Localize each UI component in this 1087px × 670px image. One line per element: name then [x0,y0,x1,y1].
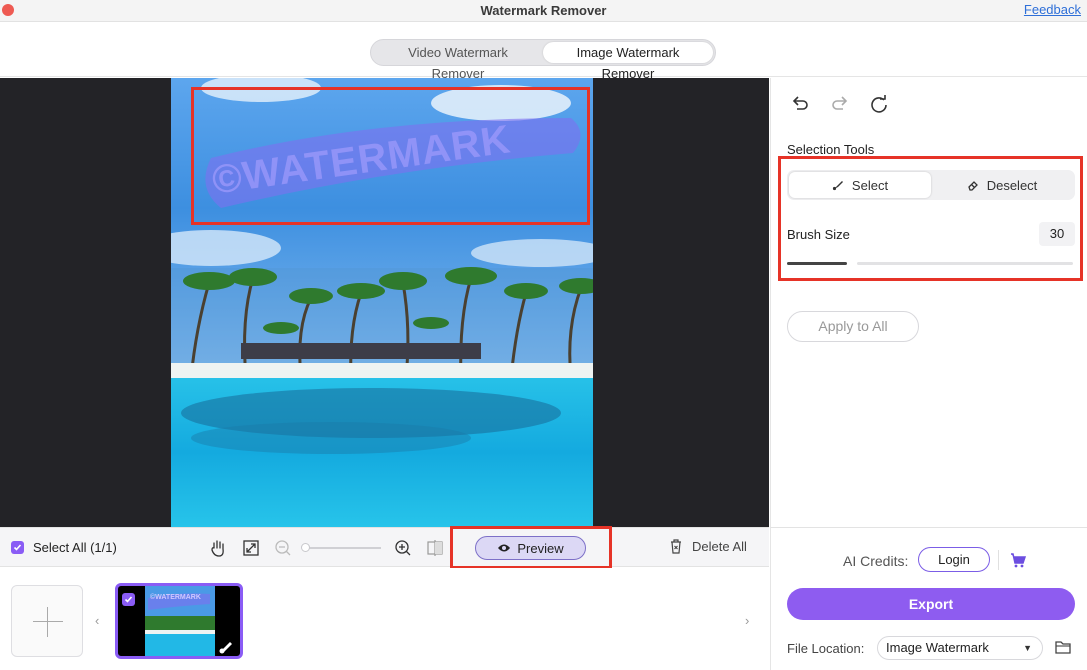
brush-icon [832,181,843,191]
brush-size-slider-track[interactable] [857,262,1073,265]
add-image-button[interactable] [11,585,83,657]
cart-icon[interactable] [1009,551,1027,569]
thumbnail-watermark-text: ©WATERMARK [150,594,201,601]
hand-icon[interactable] [208,538,228,558]
zoom-slider-knob[interactable] [301,543,310,552]
reset-icon[interactable] [868,94,890,116]
divider [998,550,999,570]
file-location-dropdown[interactable]: Image Watermark ▼ [877,636,1043,660]
undo-icon[interactable] [789,94,811,116]
select-label: Select [851,177,889,193]
select-all-label: Select All (1/1) [33,540,117,555]
mode-segmented-control: Video Watermark Remover Image Watermark … [370,39,716,81]
login-button[interactable]: Login [918,547,990,572]
check-icon [13,544,22,551]
ai-credits-label: AI Credits: [843,553,909,569]
scroll-right-arrow[interactable]: › [745,613,749,628]
delete-all-label: Delete All [692,538,747,554]
preview-button[interactable]: Preview [475,536,586,560]
title-bar: Watermark Remover Feedback [0,0,1087,22]
app-title: Watermark Remover [480,3,607,18]
export-panel: AI Credits: Login Export File Location: … [770,527,1087,670]
feedback-link[interactable]: Feedback [1024,2,1081,17]
check-icon [124,596,133,603]
zoom-out-icon[interactable] [273,538,293,558]
tab-video-watermark-remover[interactable]: Video Watermark Remover [373,42,543,81]
select-button[interactable]: Select [789,172,931,198]
apply-to-all-button[interactable]: Apply to All [787,311,919,342]
brush-size-slider-fill[interactable] [787,262,847,265]
redo-icon[interactable] [829,94,851,116]
eraser-icon [967,181,978,191]
image-canvas[interactable]: ©WATERMARK [0,78,769,527]
image-toolbar: Select All (1/1) Preview Delete All [0,526,769,569]
zoom-slider-track[interactable] [304,547,381,549]
thumbnail-checkbox[interactable] [122,593,135,606]
brush-size-value[interactable]: 30 [1039,222,1075,246]
deselect-button[interactable]: Deselect [931,172,1073,198]
image-thumbnail[interactable]: ©WATERMARK [115,583,243,659]
delete-all-button[interactable]: Delete All [668,538,747,554]
thumbnail-strip: ‹ ©WATERMARK › [0,568,769,670]
file-location-label: File Location: [787,641,865,656]
chevron-down-icon: ▼ [1023,643,1032,653]
zoom-in-icon[interactable] [393,538,413,558]
trash-icon [671,539,681,554]
selection-tools-label: Selection Tools [787,142,875,157]
mode-tab-bar: Video Watermark Remover Image Watermark … [0,23,1087,81]
file-location-value: Image Watermark [886,640,989,655]
eye-icon [498,544,511,552]
tool-panel: Selection Tools Select Deselect Brush Si… [770,78,1087,527]
preview-label: Preview [517,540,564,556]
compare-icon[interactable] [425,538,445,558]
brush-size-label: Brush Size [787,227,850,242]
watermark-highlight-box [191,87,590,225]
tab-image-watermark-remover[interactable]: Image Watermark Remover [543,42,713,81]
deselect-label: Deselect [986,177,1038,193]
fit-icon[interactable] [241,538,261,558]
selection-tool-toggle: Select Deselect [787,170,1075,200]
scroll-left-arrow[interactable]: ‹ [95,613,99,628]
folder-icon[interactable] [1054,638,1072,656]
export-button[interactable]: Export [787,588,1075,620]
select-all-checkbox[interactable] [11,541,24,554]
